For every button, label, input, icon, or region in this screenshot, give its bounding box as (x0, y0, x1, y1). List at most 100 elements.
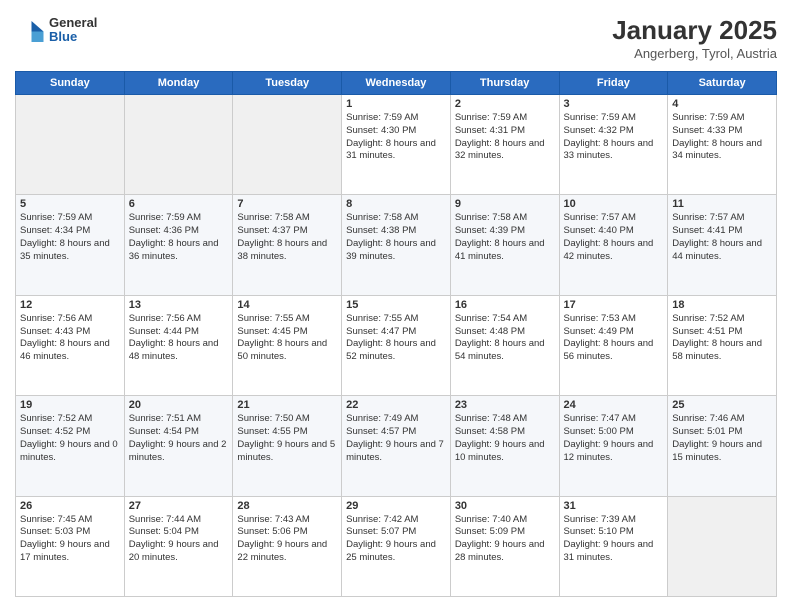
day-info: Daylight: 9 hours and 22 minutes. (237, 539, 337, 565)
day-number: 14 (237, 299, 337, 311)
day-info: Sunset: 4:55 PM (237, 426, 337, 439)
calendar-cell: 9Sunrise: 7:58 AMSunset: 4:39 PMDaylight… (450, 195, 559, 295)
calendar-cell: 11Sunrise: 7:57 AMSunset: 4:41 PMDayligh… (668, 195, 777, 295)
day-info: Sunrise: 7:54 AM (455, 313, 555, 326)
calendar-cell: 1Sunrise: 7:59 AMSunset: 4:30 PMDaylight… (342, 95, 451, 195)
day-info: Sunrise: 7:45 AM (20, 514, 120, 527)
day-info: Sunrise: 7:43 AM (237, 514, 337, 527)
calendar-cell: 12Sunrise: 7:56 AMSunset: 4:43 PMDayligh… (16, 295, 125, 395)
calendar-cell (16, 95, 125, 195)
day-number: 13 (129, 299, 229, 311)
day-number: 1 (346, 98, 446, 110)
day-info: Sunrise: 7:40 AM (455, 514, 555, 527)
calendar-cell: 22Sunrise: 7:49 AMSunset: 4:57 PMDayligh… (342, 396, 451, 496)
calendar-cell: 2Sunrise: 7:59 AMSunset: 4:31 PMDaylight… (450, 95, 559, 195)
day-info: Sunrise: 7:59 AM (346, 112, 446, 125)
day-info: Sunset: 5:10 PM (564, 526, 664, 539)
day-info: Sunset: 4:31 PM (455, 125, 555, 138)
day-info: Daylight: 9 hours and 20 minutes. (129, 539, 229, 565)
day-info: Daylight: 9 hours and 17 minutes. (20, 539, 120, 565)
day-number: 24 (564, 399, 664, 411)
calendar-week-5: 26Sunrise: 7:45 AMSunset: 5:03 PMDayligh… (16, 496, 777, 596)
calendar-week-2: 5Sunrise: 7:59 AMSunset: 4:34 PMDaylight… (16, 195, 777, 295)
calendar-cell: 25Sunrise: 7:46 AMSunset: 5:01 PMDayligh… (668, 396, 777, 496)
calendar-cell: 16Sunrise: 7:54 AMSunset: 4:48 PMDayligh… (450, 295, 559, 395)
title-block: January 2025 Angerberg, Tyrol, Austria (612, 15, 777, 61)
day-number: 9 (455, 198, 555, 210)
day-info: Daylight: 9 hours and 10 minutes. (455, 439, 555, 465)
day-number: 21 (237, 399, 337, 411)
calendar-cell: 6Sunrise: 7:59 AMSunset: 4:36 PMDaylight… (124, 195, 233, 295)
day-info: Sunset: 4:44 PM (129, 326, 229, 339)
day-number: 29 (346, 500, 446, 512)
day-info: Sunrise: 7:52 AM (672, 313, 772, 326)
calendar-title: January 2025 (612, 15, 777, 46)
day-info: Daylight: 8 hours and 50 minutes. (237, 338, 337, 364)
day-info: Sunrise: 7:59 AM (455, 112, 555, 125)
calendar-cell (233, 95, 342, 195)
calendar-header-row: Sunday Monday Tuesday Wednesday Thursday… (16, 72, 777, 95)
day-info: Sunrise: 7:39 AM (564, 514, 664, 527)
day-number: 17 (564, 299, 664, 311)
day-info: Sunset: 4:48 PM (455, 326, 555, 339)
day-number: 23 (455, 399, 555, 411)
col-sunday: Sunday (16, 72, 125, 95)
day-info: Sunset: 5:04 PM (129, 526, 229, 539)
col-monday: Monday (124, 72, 233, 95)
day-info: Sunrise: 7:58 AM (346, 212, 446, 225)
calendar-cell: 10Sunrise: 7:57 AMSunset: 4:40 PMDayligh… (559, 195, 668, 295)
calendar-cell: 8Sunrise: 7:58 AMSunset: 4:38 PMDaylight… (342, 195, 451, 295)
day-number: 5 (20, 198, 120, 210)
calendar-week-3: 12Sunrise: 7:56 AMSunset: 4:43 PMDayligh… (16, 295, 777, 395)
day-number: 27 (129, 500, 229, 512)
day-info: Daylight: 8 hours and 41 minutes. (455, 238, 555, 264)
calendar-week-4: 19Sunrise: 7:52 AMSunset: 4:52 PMDayligh… (16, 396, 777, 496)
calendar-cell: 5Sunrise: 7:59 AMSunset: 4:34 PMDaylight… (16, 195, 125, 295)
day-number: 30 (455, 500, 555, 512)
day-info: Daylight: 9 hours and 15 minutes. (672, 439, 772, 465)
day-info: Sunset: 4:33 PM (672, 125, 772, 138)
day-number: 6 (129, 198, 229, 210)
day-info: Sunrise: 7:57 AM (672, 212, 772, 225)
day-info: Daylight: 8 hours and 31 minutes. (346, 138, 446, 164)
calendar-cell: 30Sunrise: 7:40 AMSunset: 5:09 PMDayligh… (450, 496, 559, 596)
day-info: Daylight: 8 hours and 35 minutes. (20, 238, 120, 264)
day-number: 11 (672, 198, 772, 210)
day-number: 3 (564, 98, 664, 110)
day-info: Sunset: 4:41 PM (672, 225, 772, 238)
day-info: Sunrise: 7:42 AM (346, 514, 446, 527)
day-info: Sunrise: 7:56 AM (20, 313, 120, 326)
day-info: Sunset: 4:57 PM (346, 426, 446, 439)
calendar-cell (668, 496, 777, 596)
day-number: 18 (672, 299, 772, 311)
day-info: Sunset: 5:09 PM (455, 526, 555, 539)
day-info: Daylight: 8 hours and 48 minutes. (129, 338, 229, 364)
calendar-cell: 28 Sunrise: 7:43 AMSunset: 5:06 PMDayligh… (233, 496, 342, 596)
day-info: Daylight: 9 hours and 0 minutes. (20, 439, 120, 465)
day-number: 22 (346, 399, 446, 411)
day-number: 19 (20, 399, 120, 411)
day-info: Sunrise: 7:56 AM (129, 313, 229, 326)
day-number: 20 (129, 399, 229, 411)
calendar-cell: 18Sunrise: 7:52 AMSunset: 4:51 PMDayligh… (668, 295, 777, 395)
day-info: Sunset: 5:07 PM (346, 526, 446, 539)
day-info: Sunrise: 7:44 AM (129, 514, 229, 527)
calendar-cell: 17Sunrise: 7:53 AMSunset: 4:49 PMDayligh… (559, 295, 668, 395)
calendar-cell (124, 95, 233, 195)
logo-icon (15, 15, 45, 45)
day-info: Sunset: 5:06 PM (237, 526, 337, 539)
col-wednesday: Wednesday (342, 72, 451, 95)
calendar-cell: 24Sunrise: 7:47 AMSunset: 5:00 PMDayligh… (559, 396, 668, 496)
day-info: Sunset: 4:38 PM (346, 225, 446, 238)
day-number: 28 (237, 500, 337, 512)
day-info: Sunset: 5:00 PM (564, 426, 664, 439)
calendar-cell: 21Sunrise: 7:50 AMSunset: 4:55 PMDayligh… (233, 396, 342, 496)
col-saturday: Saturday (668, 72, 777, 95)
calendar-cell: 4Sunrise: 7:59 AMSunset: 4:33 PMDaylight… (668, 95, 777, 195)
day-info: Daylight: 9 hours and 25 minutes. (346, 539, 446, 565)
day-info: Sunrise: 7:51 AM (129, 413, 229, 426)
day-info: Sunrise: 7:59 AM (129, 212, 229, 225)
calendar-cell: 13 Sunrise: 7:56 AMSunset: 4:44 PMDayligh… (124, 295, 233, 395)
day-info: Sunset: 4:49 PM (564, 326, 664, 339)
day-info: Sunrise: 7:50 AM (237, 413, 337, 426)
